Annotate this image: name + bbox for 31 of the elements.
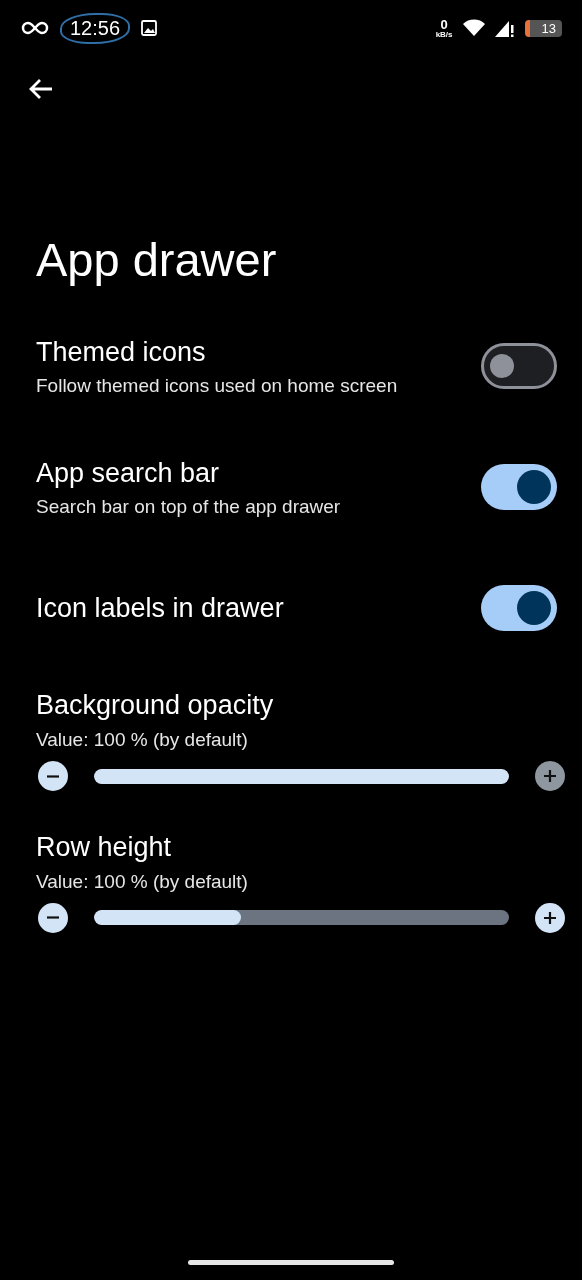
setting-title: App search bar	[36, 456, 221, 490]
wifi-icon	[462, 19, 485, 37]
infinity-icon	[20, 20, 50, 36]
toggle-switch[interactable]	[481, 343, 557, 390]
setting-description: Follow themed icons used on home screen	[36, 375, 399, 398]
plus-icon	[542, 909, 558, 926]
setting-description: Search bar on top of the app drawer	[36, 496, 342, 519]
speed-unit: kB/s	[435, 30, 453, 39]
minus-button[interactable]	[38, 761, 68, 792]
minus-icon	[46, 916, 60, 920]
setting-value: Value: 100 % (by default)	[36, 729, 249, 752]
image-icon	[140, 19, 159, 37]
setting-title: Background opacity	[36, 689, 275, 723]
plus-button[interactable]	[535, 902, 565, 933]
page-title: App drawer	[36, 232, 278, 288]
setting-title: Themed icons	[36, 335, 207, 369]
setting-title: Row height	[36, 831, 173, 865]
speed-value: 0	[440, 17, 448, 31]
plus-icon	[542, 768, 558, 785]
toggle-switch[interactable]	[481, 585, 557, 632]
battery-level: 13	[524, 19, 562, 37]
slider-track[interactable]	[94, 910, 509, 926]
setting-title: Icon labels in drawer	[36, 591, 285, 625]
toggle-switch[interactable]	[481, 464, 557, 511]
slider-fill[interactable]	[94, 910, 242, 926]
setting-value: Value: 100 % (by default)	[36, 870, 249, 893]
minus-button[interactable]	[38, 902, 68, 933]
slider-fill[interactable]	[94, 768, 509, 784]
clock: 12:56	[60, 12, 131, 44]
signal-icon	[494, 19, 515, 37]
minus-icon	[46, 774, 60, 778]
